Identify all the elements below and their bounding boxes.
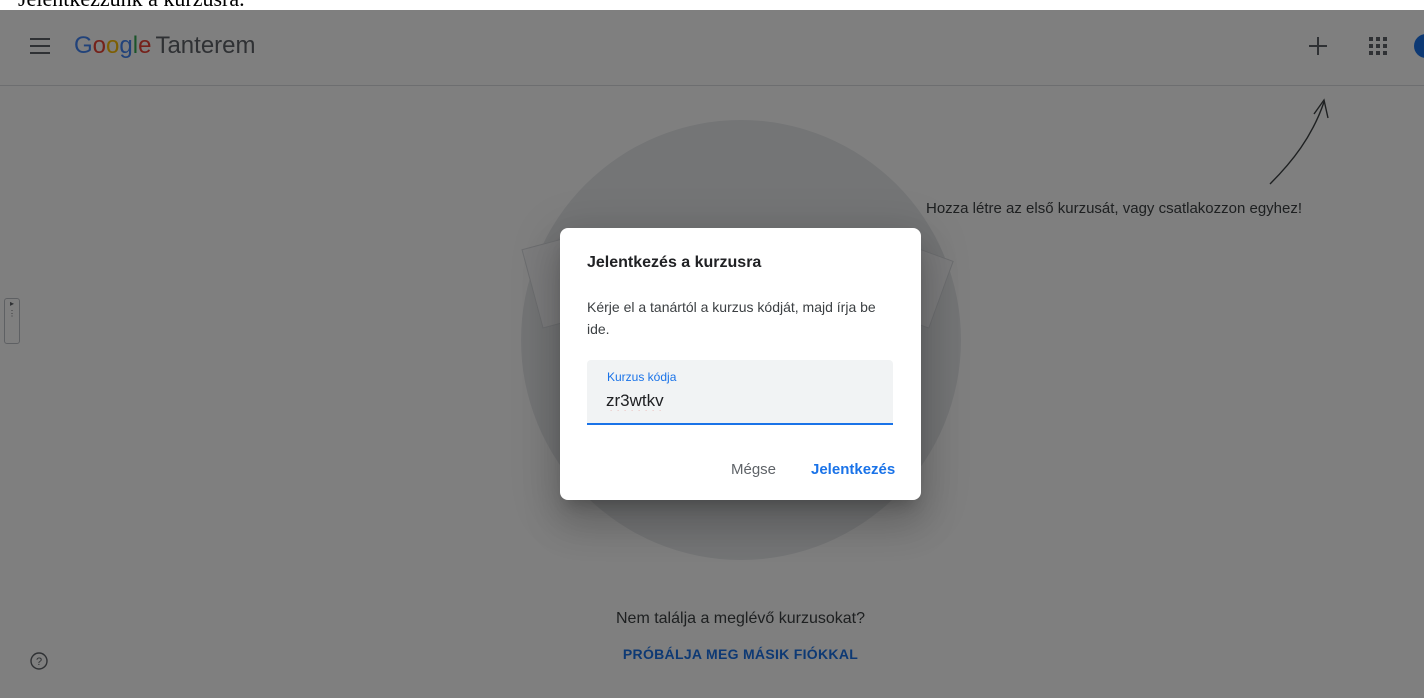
course-code-input[interactable] [606,388,876,414]
join-button[interactable]: Jelentkezés [811,461,895,478]
join-course-dialog: Jelentkezés a kurzusra Kérje el a tanárt… [560,228,921,500]
course-code-label: Kurzus kódja [607,370,677,384]
cancel-button[interactable]: Mégse [731,461,776,478]
course-code-field[interactable]: Kurzus kódja [587,360,893,425]
top-strip-text: Jelentkezzünk a kurzusra. [18,0,245,10]
dialog-title: Jelentkezés a kurzusra [587,254,762,271]
dialog-description: Kérje el a tanártól a kurzus kódját, maj… [587,299,876,337]
top-strip: Jelentkezzünk a kurzusra. [0,0,1424,10]
classroom-app: GoogleTanterem Hozza létre az első kurzu… [0,10,1424,698]
